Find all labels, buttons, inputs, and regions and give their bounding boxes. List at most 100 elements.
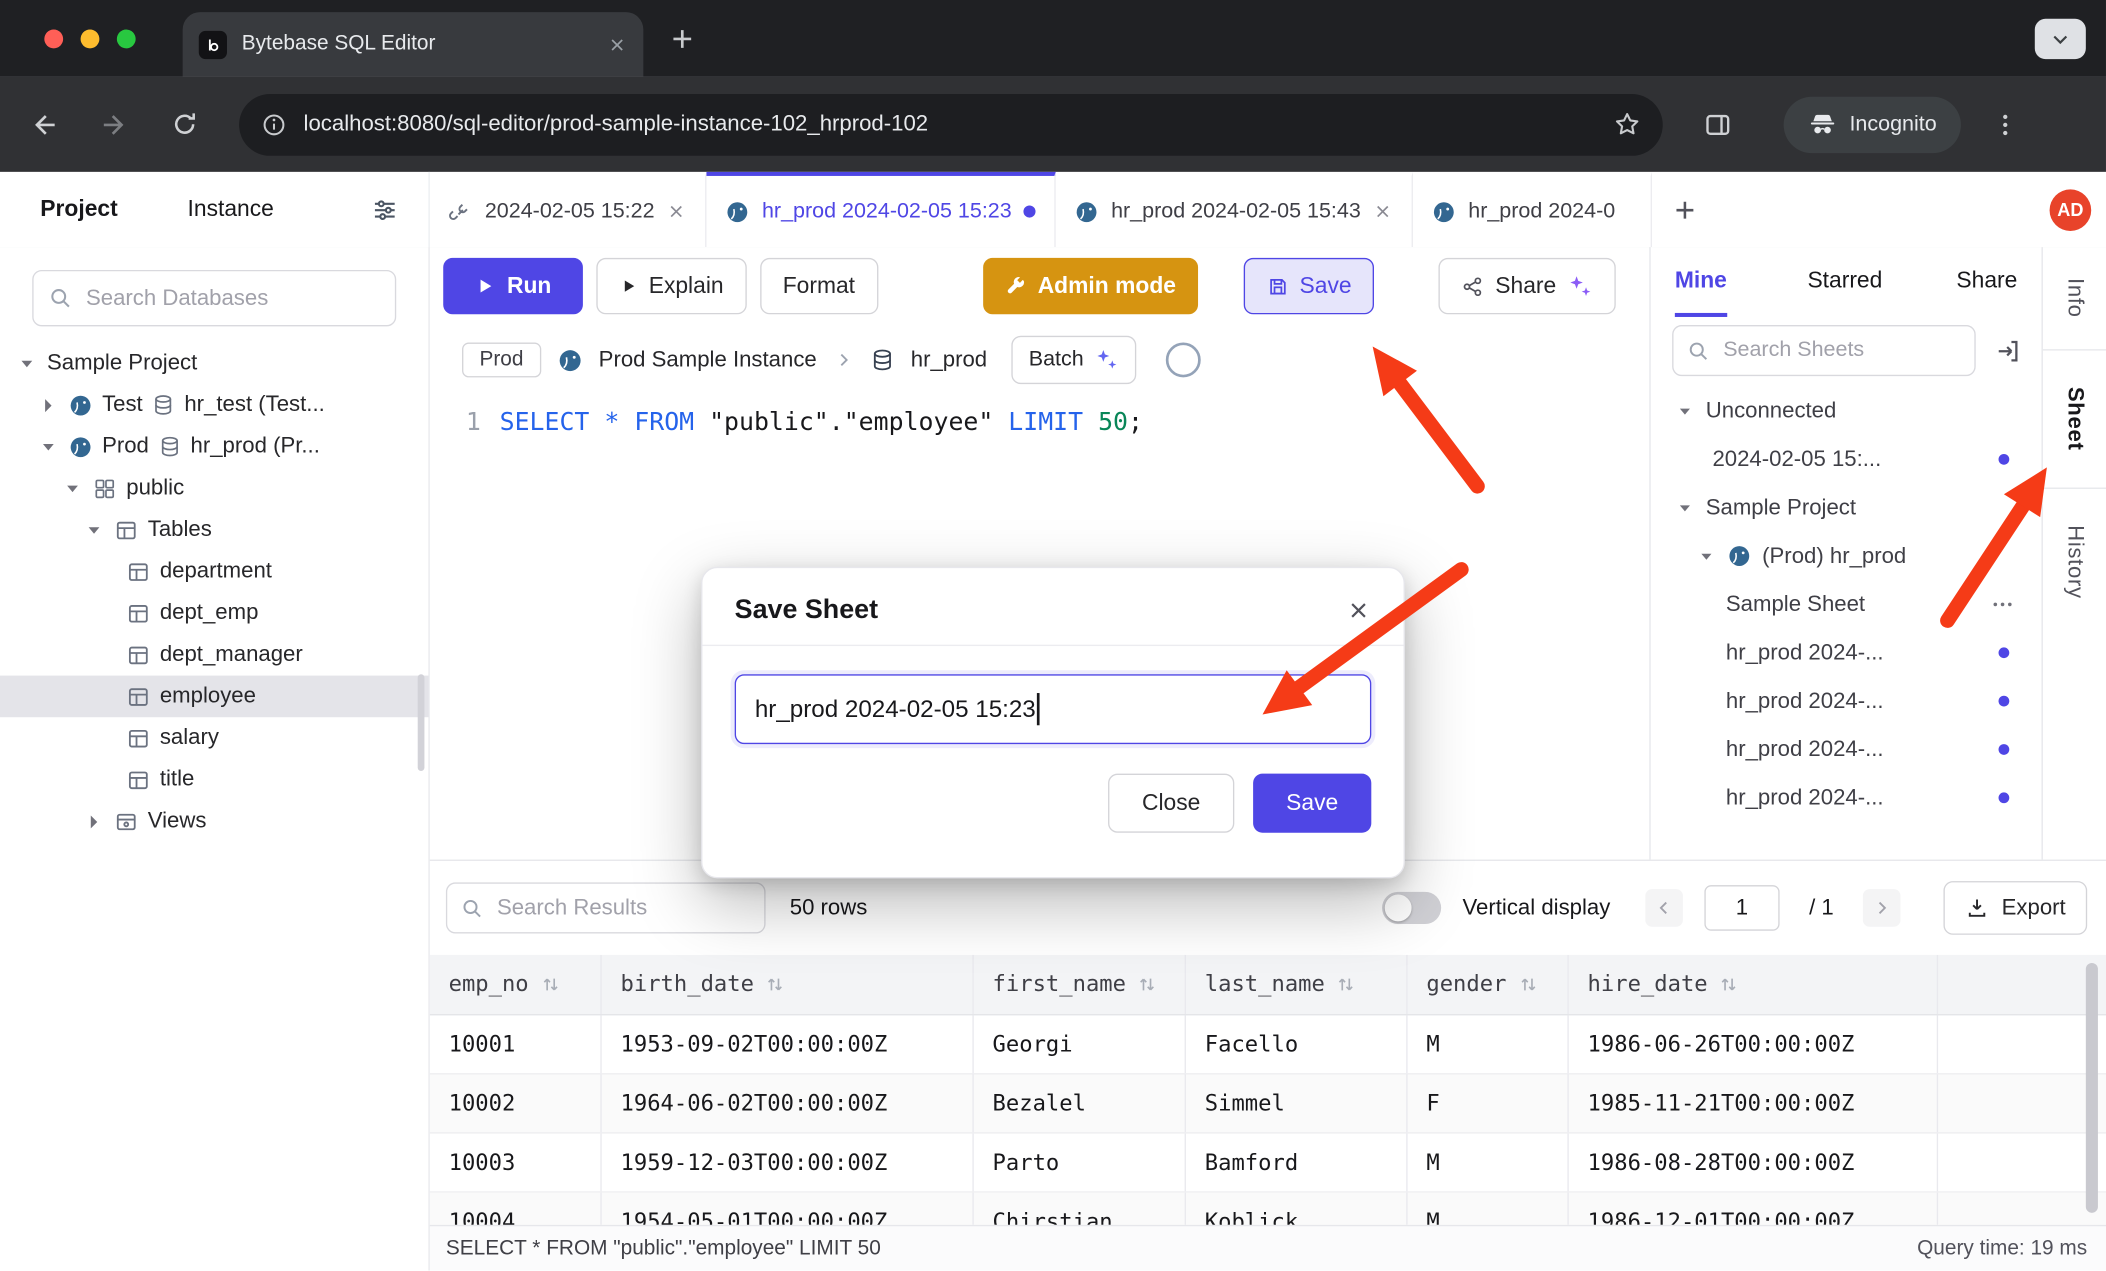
export-button[interactable]: Export (1944, 881, 2087, 935)
close-tab-icon[interactable] (1373, 201, 1393, 221)
tab-shared[interactable]: Share (1956, 247, 2017, 317)
caret-down-icon[interactable] (38, 436, 59, 457)
editor-tab-1[interactable]: 2024-02-05 15:22 (430, 172, 707, 247)
sheet-item-2[interactable]: hr_prod 2024-... (1651, 677, 2042, 725)
sort-icon[interactable] (1337, 975, 1356, 994)
sheet-group-project[interactable]: Sample Project (1651, 484, 2042, 532)
new-sheet-tab-button[interactable] (1671, 195, 1699, 223)
dialog-close-button[interactable]: Close (1108, 774, 1234, 833)
caret-down-icon[interactable] (83, 519, 104, 540)
format-button[interactable]: Format (760, 258, 878, 314)
sheet-item-1[interactable]: hr_prod 2024-... (1651, 629, 2042, 677)
new-tab-button[interactable] (668, 24, 698, 54)
import-sheet-icon[interactable] (1995, 336, 2023, 364)
browser-menu-button[interactable] (1985, 104, 2025, 144)
tree-item-tables-group[interactable]: Tables (0, 509, 428, 551)
sheet-item-4[interactable]: hr_prod 2024-... (1651, 774, 2042, 822)
column-header-last-name[interactable]: last_name (1186, 955, 1408, 1014)
prev-page-button[interactable] (1645, 889, 1683, 927)
back-button[interactable] (24, 104, 64, 144)
dialog-close-icon[interactable] (1346, 598, 1372, 624)
caret-down-icon[interactable] (62, 477, 83, 498)
instance-crumb[interactable]: Prod Sample Instance (599, 347, 817, 373)
address-bar[interactable]: localhost:8080/sql-editor/prod-sample-in… (239, 93, 1663, 155)
side-tab-sheet-active[interactable]: Sheet (2043, 349, 2106, 489)
editor-tab-3[interactable]: hr_prod 2024-02-05 15:43 (1056, 172, 1413, 247)
sort-icon[interactable] (541, 975, 560, 994)
tab-list-button[interactable] (2035, 19, 2086, 59)
sidebar-scrollbar-thumb[interactable] (418, 674, 425, 771)
sheet-name-input[interactable]: hr_prod 2024-02-05 15:23 (735, 674, 1372, 744)
sheet-group-database[interactable]: (Prod) hr_prod (1651, 532, 2042, 580)
admin-mode-button[interactable]: Admin mode (983, 258, 1198, 314)
tab-close-icon[interactable] (607, 34, 627, 54)
editor-tab-2-active[interactable]: hr_prod 2024-02-05 15:23 (707, 172, 1056, 247)
tree-item-schema-public[interactable]: public (0, 467, 428, 509)
assistant-icon[interactable] (1166, 342, 1201, 377)
tab-project[interactable]: Project (40, 196, 117, 223)
sheet-item-unconnected[interactable]: 2024-02-05 15:... (1651, 435, 2042, 483)
side-panel-icon[interactable] (1698, 104, 1738, 144)
page-number-input[interactable] (1704, 885, 1779, 931)
results-search-input[interactable] (494, 894, 751, 922)
sort-icon[interactable] (1519, 975, 1538, 994)
reload-button[interactable] (164, 104, 204, 144)
sheet-group-unconnected[interactable]: Unconnected (1651, 387, 2042, 435)
tree-item-table-salary[interactable]: salary (0, 717, 428, 759)
batch-button[interactable]: Batch (1011, 336, 1136, 384)
save-button[interactable]: Save (1243, 258, 1374, 314)
bookmark-star-icon[interactable] (1613, 110, 1641, 138)
caret-right-icon[interactable] (83, 811, 104, 832)
column-header-hire-date[interactable]: hire_date (1569, 955, 1938, 1014)
sort-icon[interactable] (766, 975, 785, 994)
caret-right-icon[interactable] (38, 394, 59, 415)
sort-icon[interactable] (1138, 975, 1157, 994)
window-zoom-button[interactable] (117, 29, 136, 48)
tree-item-views-group[interactable]: Views (0, 800, 428, 842)
results-search-box[interactable] (446, 882, 766, 933)
column-header-gender[interactable]: gender (1408, 955, 1569, 1014)
caret-down-icon[interactable] (16, 353, 37, 374)
editor-tab-4[interactable]: hr_prod 2024-0 (1413, 172, 1652, 247)
tab-mine[interactable]: Mine (1675, 247, 1727, 317)
run-button[interactable]: Run (443, 258, 583, 314)
column-header-first-name[interactable]: first_name (974, 955, 1186, 1014)
sheet-item-sample-sheet[interactable]: Sample Sheet (1651, 580, 2042, 628)
tree-item-table-employee-selected[interactable]: employee (0, 676, 428, 718)
tree-item-test-instance[interactable]: Test hr_test (Test... (0, 384, 428, 426)
close-tab-icon[interactable] (667, 201, 687, 221)
side-tab-history[interactable]: History (2043, 489, 2106, 634)
tree-item-prod-instance[interactable]: Prod hr_prod (Pr... (0, 426, 428, 468)
column-header-emp-no[interactable]: emp_no (430, 955, 602, 1014)
side-tab-info[interactable]: Info (2043, 247, 2106, 349)
caret-down-icon[interactable] (1696, 546, 1716, 566)
next-page-button[interactable] (1863, 889, 1901, 927)
tree-item-table-department[interactable]: department (0, 551, 428, 593)
database-search-box[interactable] (32, 270, 396, 326)
tree-item-table-dept-manager[interactable]: dept_manager (0, 634, 428, 676)
sheet-item-3[interactable]: hr_prod 2024-... (1651, 725, 2042, 773)
forward-button[interactable] (94, 104, 134, 144)
window-minimize-button[interactable] (81, 29, 100, 48)
sheet-search-input[interactable] (1721, 337, 1961, 364)
sort-icon[interactable] (1720, 975, 1739, 994)
more-options-icon[interactable] (1990, 592, 2014, 616)
dialog-save-button[interactable]: Save (1253, 774, 1371, 833)
share-button[interactable]: Share (1439, 258, 1615, 314)
tree-item-project[interactable]: Sample Project (0, 342, 428, 384)
caret-down-icon[interactable] (1675, 401, 1695, 421)
results-scrollbar-thumb[interactable] (2086, 963, 2098, 1213)
site-info-icon[interactable] (261, 111, 288, 138)
vertical-display-toggle[interactable] (1382, 892, 1441, 924)
caret-down-icon[interactable] (1675, 498, 1695, 518)
column-header-birth-date[interactable]: birth_date (602, 955, 974, 1014)
database-search-input[interactable] (83, 284, 380, 312)
code-editor[interactable]: 1 SELECT * FROM "public"."employee" LIMI… (430, 403, 1650, 443)
sheet-search-box[interactable] (1672, 325, 1976, 376)
tree-item-table-title[interactable]: title (0, 759, 428, 801)
database-crumb[interactable]: hr_prod (911, 347, 987, 373)
tab-instance[interactable]: Instance (188, 196, 274, 223)
tab-starred[interactable]: Starred (1807, 247, 1882, 317)
explain-button[interactable]: Explain (596, 258, 746, 314)
browser-tab[interactable]: Bytebase SQL Editor (183, 12, 644, 76)
